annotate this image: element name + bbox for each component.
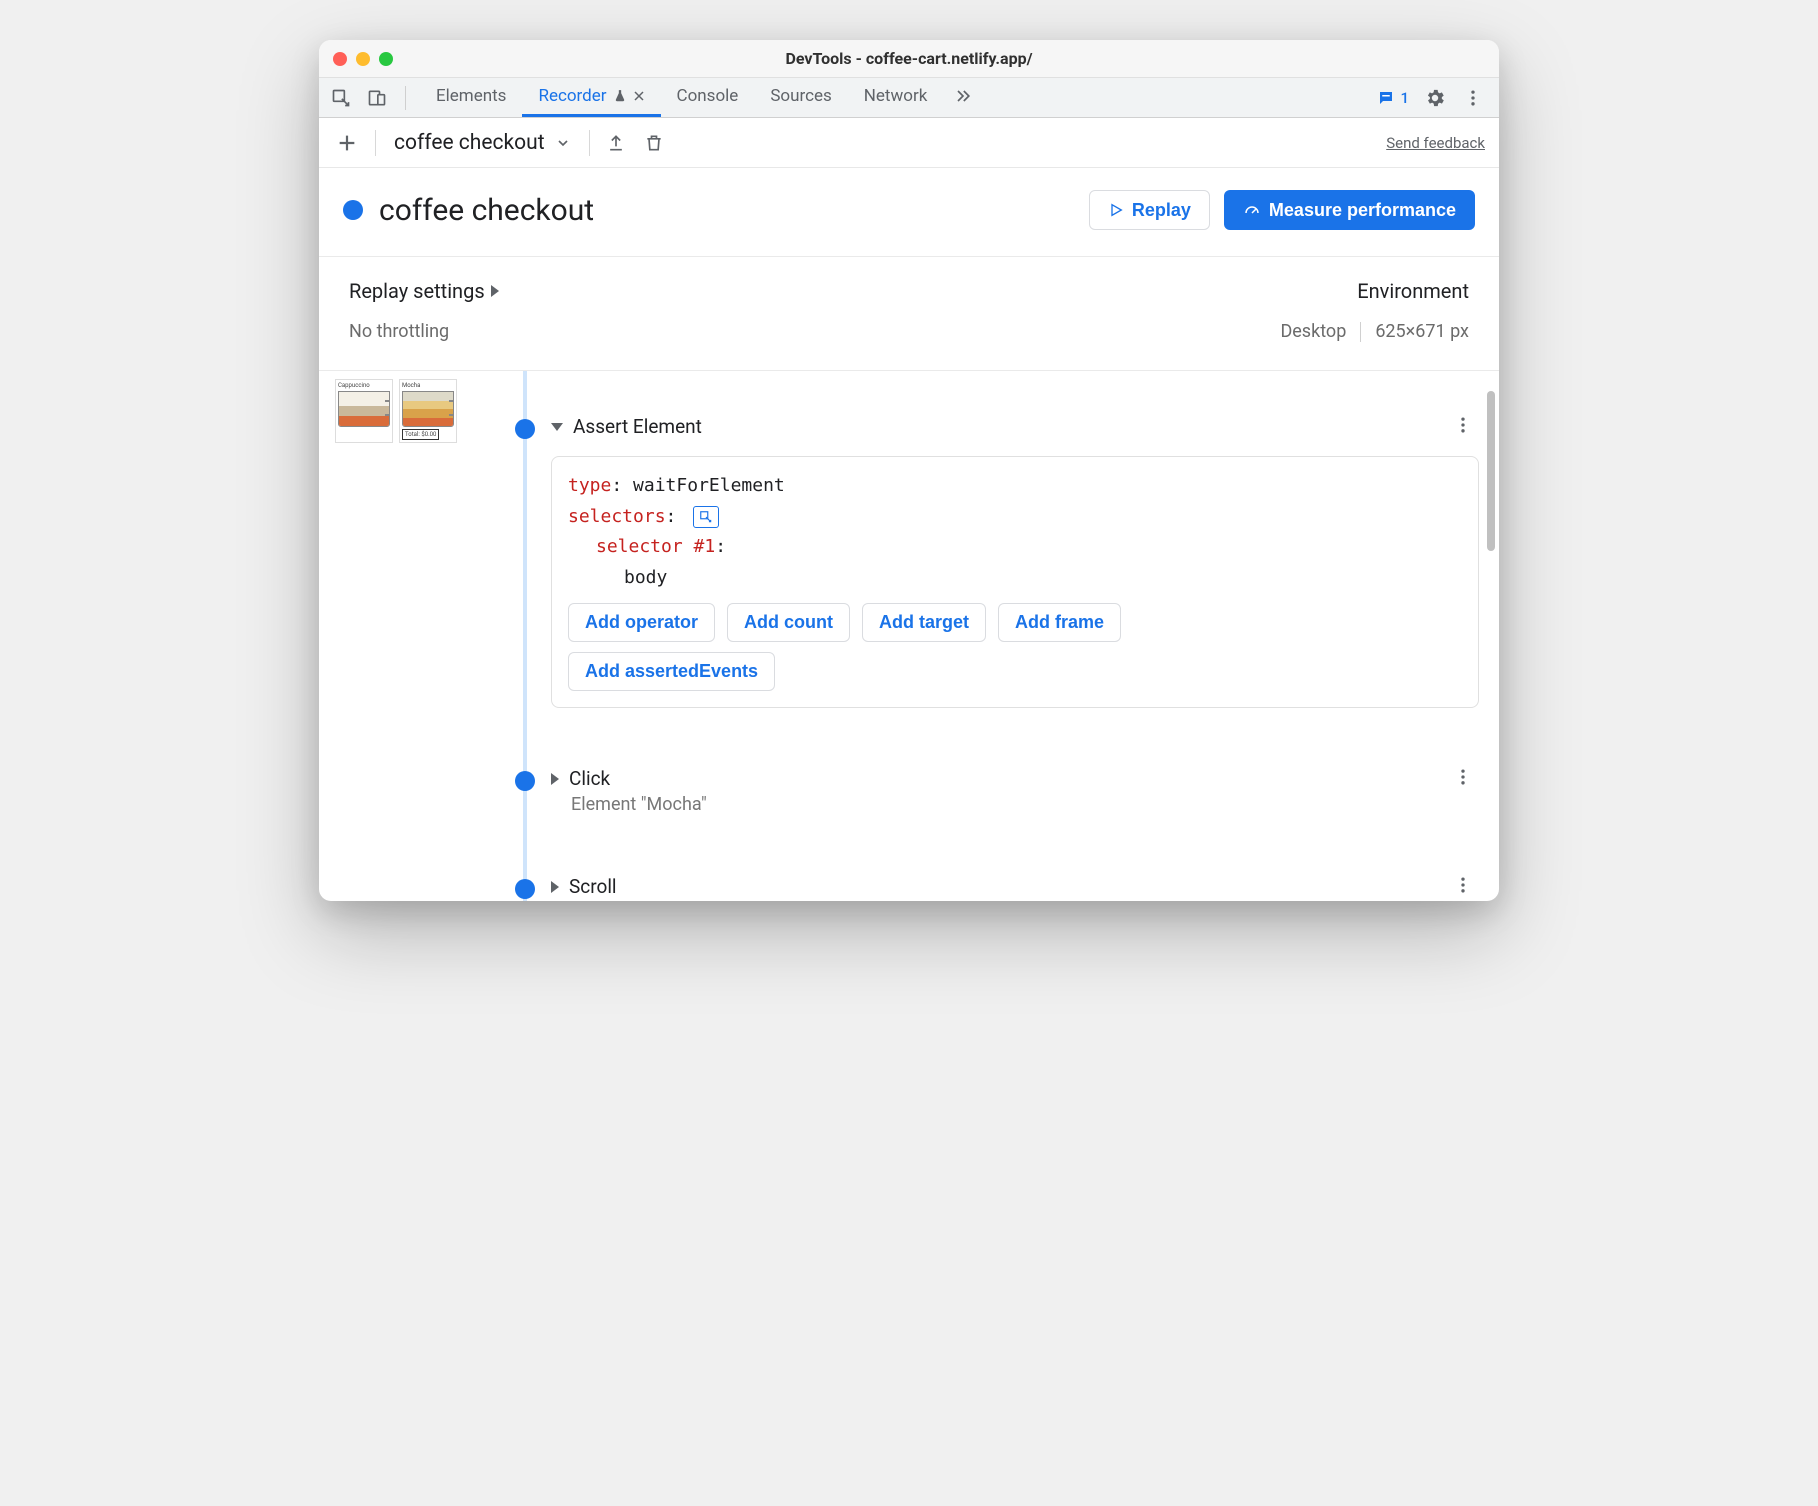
panel-tabs: Elements Recorder Console Sources Networ… (420, 78, 983, 117)
recording-dropdown[interactable]: coffee checkout (390, 131, 575, 155)
inspect-icon[interactable] (329, 86, 353, 110)
step-menu-icon[interactable] (1453, 875, 1473, 899)
step-details: type: waitForElement selectors: selector… (551, 456, 1479, 708)
timeline-line (523, 371, 527, 901)
flask-icon (613, 89, 627, 103)
step-click: Click Element "Mocha" (551, 767, 1479, 815)
tab-network[interactable]: Network (848, 78, 944, 117)
devtools-topbar: Elements Recorder Console Sources Networ… (319, 78, 1499, 118)
chevron-double-right-icon (953, 86, 973, 106)
add-frame-button[interactable]: Add frame (998, 603, 1121, 642)
environment-device: Desktop (1280, 321, 1346, 342)
export-icon[interactable] (604, 131, 628, 155)
selector-n-key: selector #1 (596, 536, 715, 557)
chevron-down-icon (555, 135, 571, 151)
issues-badge[interactable]: 1 (1377, 89, 1409, 107)
thumb-card-2: Mocha Total: $0.00 (399, 379, 457, 443)
step-title: Assert Element (573, 415, 702, 438)
recording-dropdown-label: coffee checkout (394, 131, 545, 155)
timeline-node (515, 879, 535, 899)
new-recording-icon[interactable] (333, 129, 361, 157)
recording-header: coffee checkout Replay Measure performan… (319, 168, 1499, 257)
step-title: Scroll (569, 875, 617, 898)
minimize-icon[interactable] (356, 52, 370, 66)
type-value: waitForElement (633, 475, 785, 496)
window-title: DevTools - coffee-cart.netlify.app/ (319, 49, 1499, 68)
step-title: Click (569, 767, 610, 790)
chevron-right-icon (551, 881, 559, 893)
chevron-down-icon (551, 423, 563, 431)
settings-icon[interactable] (1423, 86, 1447, 110)
replay-settings-label: Replay settings (349, 279, 485, 303)
steps-content: Cappuccino Mocha Total: $0.00 (319, 371, 1499, 901)
separator (1360, 322, 1361, 342)
step-subtitle: Element "Mocha" (551, 794, 707, 815)
selector-value[interactable]: body (624, 567, 667, 588)
thumb-total: Total: $0.00 (402, 429, 439, 440)
step-menu-icon[interactable] (1453, 415, 1473, 439)
close-icon[interactable] (333, 52, 347, 66)
selectors-key: selectors (568, 506, 666, 527)
chat-icon (1377, 89, 1395, 107)
tab-console[interactable]: Console (661, 78, 755, 117)
chevron-right-icon (491, 285, 499, 297)
gauge-icon (1243, 201, 1261, 219)
separator (405, 86, 406, 110)
settings-row: Replay settings No throttling Environmen… (319, 257, 1499, 371)
throttling-value: No throttling (349, 321, 499, 342)
measure-performance-button[interactable]: Measure performance (1224, 190, 1475, 230)
environment-label: Environment (1280, 279, 1469, 303)
chevron-right-icon (551, 773, 559, 785)
step-header[interactable]: Assert Element (551, 415, 1479, 438)
step-header[interactable]: Scroll (551, 875, 1479, 898)
thumb-title-2: Mocha (402, 382, 454, 389)
step-header[interactable]: Click Element "Mocha" (551, 767, 1479, 815)
titlebar: DevTools - coffee-cart.netlify.app/ (319, 40, 1499, 78)
replay-label: Replay (1132, 200, 1191, 221)
delete-icon[interactable] (642, 131, 666, 155)
add-asserted-events-button[interactable]: Add assertedEvents (568, 652, 775, 691)
send-feedback-link[interactable]: Send feedback (1386, 134, 1485, 152)
recording-title: coffee checkout (379, 193, 594, 228)
scrollbar[interactable] (1487, 391, 1495, 551)
tab-elements[interactable]: Elements (420, 78, 522, 117)
add-target-button[interactable]: Add target (862, 603, 986, 642)
recording-status-dot (343, 200, 363, 220)
play-icon (1108, 202, 1124, 218)
window-controls (333, 52, 393, 66)
add-operator-button[interactable]: Add operator (568, 603, 715, 642)
thumb-card-1: Cappuccino (335, 379, 393, 443)
issues-count: 1 (1400, 89, 1409, 107)
tab-recorder-label: Recorder (538, 86, 606, 106)
cup-icon (402, 391, 454, 427)
step-thumbnail: Cappuccino Mocha Total: $0.00 (335, 379, 465, 443)
separator (589, 130, 590, 156)
replay-button[interactable]: Replay (1089, 190, 1210, 230)
timeline-node (515, 771, 535, 791)
step-assert-element: Assert Element type: waitForElement sele… (551, 415, 1479, 708)
timeline-node (515, 419, 535, 439)
cup-icon (338, 391, 390, 427)
thumb-title-1: Cappuccino (338, 382, 390, 389)
timeline: Assert Element type: waitForElement sele… (509, 371, 1479, 901)
devtools-window: DevTools - coffee-cart.netlify.app/ Elem… (319, 40, 1499, 901)
kebab-menu-icon[interactable] (1461, 86, 1485, 110)
type-key: type (568, 475, 611, 496)
pick-selector-icon[interactable] (693, 506, 719, 528)
maximize-icon[interactable] (379, 52, 393, 66)
tab-recorder-badges (613, 89, 645, 103)
recorder-toolbar: coffee checkout Send feedback (319, 118, 1499, 168)
tab-more[interactable] (943, 78, 983, 117)
replay-settings-toggle[interactable]: Replay settings (349, 279, 499, 303)
step-scroll: Scroll (551, 875, 1479, 898)
separator (375, 130, 376, 156)
device-toggle-icon[interactable] (365, 86, 389, 110)
add-count-button[interactable]: Add count (727, 603, 850, 642)
environment-viewport: 625×671 px (1375, 321, 1469, 342)
tab-sources[interactable]: Sources (754, 78, 847, 117)
close-tab-icon[interactable] (633, 90, 645, 102)
measure-label: Measure performance (1269, 200, 1456, 221)
tab-recorder[interactable]: Recorder (522, 78, 660, 117)
step-menu-icon[interactable] (1453, 767, 1473, 791)
